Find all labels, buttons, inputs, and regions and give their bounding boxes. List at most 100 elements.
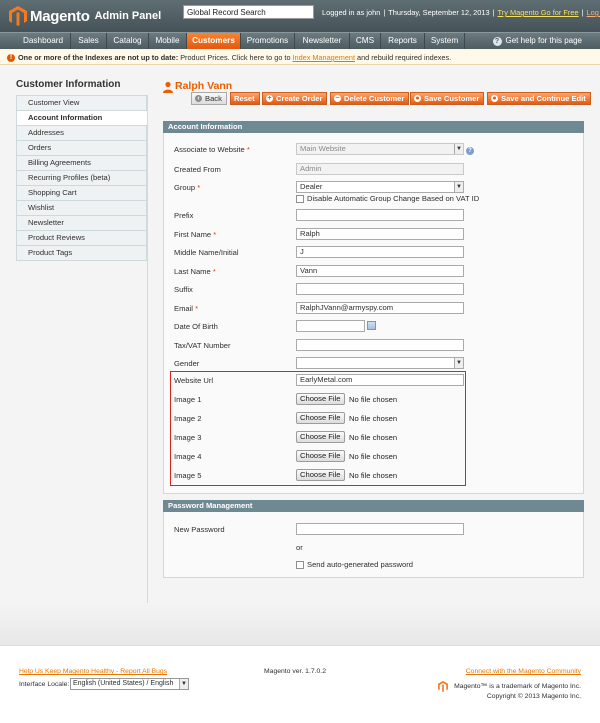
footer: Help Us Keep Magento Healthy - Report Al… [0,645,600,723]
save-continue-label: Save and Continue Edit [501,94,586,103]
label-image2: Image 2 [174,414,202,423]
nav-system[interactable]: System [425,33,465,49]
sidebar-item-wishlist[interactable]: Wishlist [16,201,147,216]
nav-mobile[interactable]: Mobile [149,33,187,49]
delete-customer-label: Delete Customer [344,94,405,103]
sidebar-item-customer-view[interactable]: Customer View [16,96,147,111]
sidebar-item-recurring-profiles[interactable]: Recurring Profiles (beta) [16,171,147,186]
locale-select[interactable]: English (United States) / English ▼ [70,678,189,690]
label-middle-name: Middle Name/Initial [174,248,239,257]
save-continue-icon: ● [491,95,498,102]
disable-group-change-checkbox[interactable] [296,194,304,203]
back-arrow-icon: ‹ [195,95,202,102]
save-continue-button[interactable]: ● Save and Continue Edit [487,92,591,105]
sidebar-item-addresses[interactable]: Addresses [16,126,147,141]
magento-logo[interactable]: Magento Admin Panel [9,6,161,26]
help-icon: ? [492,36,502,46]
footer-band [0,603,600,645]
first-name-input[interactable]: Ralph [296,228,464,240]
sidebar-item-billing-agreements[interactable]: Billing Agreements [16,156,147,171]
delete-customer-button[interactable]: − Delete Customer [330,92,410,105]
sidebar-item-newsletter[interactable]: Newsletter [16,216,147,231]
global-search-input[interactable] [183,5,314,19]
sidebar-item-product-reviews[interactable]: Product Reviews [16,231,147,246]
chevron-down-icon: ▼ [179,679,188,689]
auto-password-checkbox[interactable] [296,560,304,569]
label-first-name: First Name * [174,230,217,239]
report-bugs-link[interactable]: Help Us Keep Magento Healthy - Report Al… [19,668,167,675]
created-from-input: Admin [296,163,464,175]
auto-password-label: Send auto-generated password [307,560,413,569]
account-info-heading: Account Information [163,121,584,133]
create-order-button[interactable]: + Create Order [262,92,328,105]
chevron-down-icon: ▼ [454,182,463,192]
dob-input[interactable] [296,320,365,332]
create-order-label: Create Order [276,94,323,103]
image4-choose-file-button[interactable]: Choose File [296,450,345,462]
image2-status: No file chosen [349,414,398,423]
back-button[interactable]: ‹ Back [191,92,227,105]
index-management-link[interactable]: Index Management [293,53,355,62]
info-icon[interactable]: ? [466,147,474,155]
sidebar-item-account-information[interactable]: Account Information [16,111,148,126]
calendar-icon[interactable] [367,321,376,330]
nav-customers[interactable]: Customers [187,33,241,49]
nav-sales[interactable]: Sales [71,33,107,49]
label-image1: Image 1 [174,395,202,404]
magento-mini-logo-icon [438,681,449,692]
suffix-input[interactable] [296,283,464,295]
plus-icon: + [266,95,273,102]
label-suffix: Suffix [174,285,193,294]
sidebar-item-orders[interactable]: Orders [16,141,147,156]
image2-choose-file-button[interactable]: Choose File [296,412,345,424]
reset-button[interactable]: Reset [230,92,260,105]
back-label: Back [205,94,222,103]
logout-link[interactable]: Log Out [587,8,600,17]
disable-group-change-row[interactable]: Disable Automatic Group Change Based on … [296,194,479,203]
label-dob: Date Of Birth [174,322,218,331]
warning-icon: ! [7,54,15,63]
nav-catalog[interactable]: Catalog [107,33,149,49]
disable-group-change-label: Disable Automatic Group Change Based on … [307,194,480,203]
magento-logo-icon [9,6,27,26]
image5-status: No file chosen [349,471,398,480]
try-magento-go-link[interactable]: Try Magento Go for Free [498,8,579,17]
help-link[interactable]: ? Get help for this page [492,33,582,49]
nav-dashboard[interactable]: Dashboard [16,33,71,49]
community-link[interactable]: Connect with the Magento Community [466,668,581,675]
nav-newsletter[interactable]: Newsletter [295,33,350,49]
admin-header: Magento Admin Panel Logged in as john|Th… [0,0,600,32]
label-gender: Gender [174,359,200,368]
gender-select[interactable]: ▼ [296,357,464,369]
save-customer-button[interactable]: ● Save Customer [410,92,485,105]
image1-choose-file-button[interactable]: Choose File [296,393,345,405]
sidebar-item-product-tags[interactable]: Product Tags [16,246,147,261]
taxvat-input[interactable] [296,339,464,351]
middle-name-input[interactable]: J [296,246,464,258]
sidebar-item-shopping-cart[interactable]: Shopping Cart [16,186,147,201]
group-select[interactable]: Dealer ▼ [296,181,464,193]
last-name-input[interactable]: Vann [296,265,464,277]
locale-label: Interface Locale: [19,681,70,688]
image3-choose-file-button[interactable]: Choose File [296,431,345,443]
nav-reports[interactable]: Reports [381,33,425,49]
image3-status: No file chosen [349,433,398,442]
email-input[interactable]: RalphJVann@armyspy.com [296,302,464,314]
label-taxvat: Tax/VAT Number [174,341,231,350]
notice-text2: and rebuild required indexes. [357,53,452,62]
chevron-down-icon: ▼ [454,144,463,154]
sidebar-title: Customer Information [16,79,121,90]
label-website: Associate to Website * [174,145,250,154]
label-last-name: Last Name * [174,267,216,276]
label-new-password: New Password [174,525,225,534]
label-group: Group * [174,183,201,192]
new-password-input[interactable] [296,523,464,535]
nav-cms[interactable]: CMS [350,33,381,49]
label-website-url: Website Url [174,376,214,385]
image5-choose-file-button[interactable]: Choose File [296,469,345,481]
label-created-from: Created From [174,165,221,174]
prefix-input[interactable] [296,209,464,221]
website-url-input[interactable]: EarlyMetal.com [296,374,464,386]
auto-password-row[interactable]: Send auto-generated password [296,560,413,569]
nav-promotions[interactable]: Promotions [241,33,295,49]
